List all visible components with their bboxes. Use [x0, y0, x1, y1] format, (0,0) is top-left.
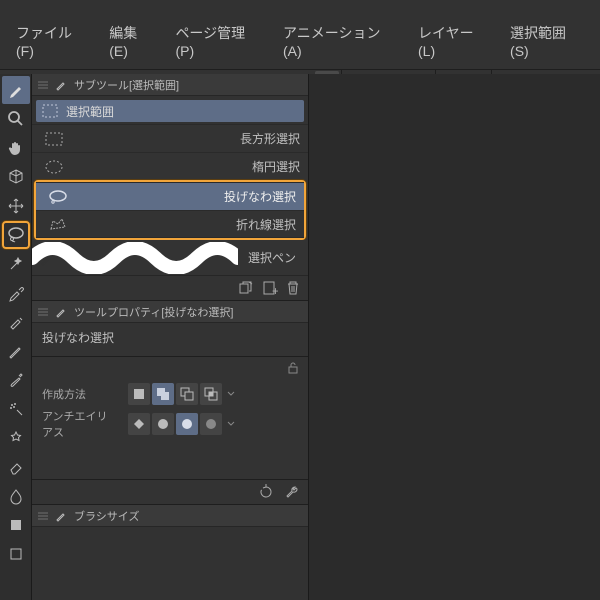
aa-weak-icon[interactable] — [152, 413, 174, 435]
subtool-lasso[interactable]: 投げなわ選択 — [36, 182, 304, 210]
category-item[interactable]: 選択範囲 — [36, 100, 304, 122]
placeholder-icon[interactable] — [2, 569, 30, 597]
hand-icon[interactable] — [2, 134, 30, 162]
work-area: サブツール[選択範囲] 選択範囲 長方形選択 楕円選択 投げなわ選択 — [0, 74, 600, 600]
brush-icon — [54, 78, 68, 92]
subtool-label: 楕円選択 — [252, 158, 300, 175]
fill-icon[interactable] — [2, 511, 30, 539]
duplicate-icon[interactable] — [238, 280, 254, 296]
menu-animation[interactable]: アニメーション(A) — [273, 19, 408, 63]
pencil-icon[interactable] — [2, 76, 30, 104]
wand-icon[interactable] — [2, 250, 30, 278]
brush-icon — [54, 305, 68, 319]
toolprop-title: ツールプロパティ[投げなわ選択] — [74, 304, 233, 320]
move-icon[interactable] — [2, 192, 30, 220]
subtool-rect[interactable]: 長方形選択 — [32, 124, 308, 152]
method-add-icon[interactable] — [152, 383, 174, 405]
highlighted-group: 投げなわ選択 折れ線選択 — [34, 180, 306, 240]
antialias-row: アンチエイリアス — [32, 409, 308, 439]
eraser-icon[interactable] — [2, 453, 30, 481]
method-subtract-icon[interactable] — [176, 383, 198, 405]
chevron-down-icon[interactable] — [224, 413, 238, 435]
grip-icon — [38, 308, 48, 316]
method-intersect-icon[interactable] — [200, 383, 222, 405]
subtool-title: サブツール[選択範囲] — [74, 77, 179, 93]
polyline-icon — [48, 217, 68, 231]
chevron-down-icon[interactable] — [224, 383, 238, 405]
brushsize-panel-header[interactable]: ブラシサイズ — [32, 505, 308, 527]
subtool-label: 折れ線選択 — [236, 216, 296, 233]
grip-icon — [38, 512, 48, 520]
pen-icon[interactable] — [2, 308, 30, 336]
airbrush-icon[interactable] — [2, 395, 30, 423]
antialias-label: アンチエイリアス — [42, 408, 118, 440]
category-label: 選択範囲 — [66, 103, 114, 120]
lasso-tool-icon[interactable] — [2, 221, 30, 249]
toolbox — [0, 74, 32, 600]
subtool-label: 選択ペン — [248, 249, 296, 266]
canvas-area[interactable] — [309, 74, 600, 600]
antialias-options — [128, 413, 238, 435]
lock-row — [32, 357, 308, 379]
panel-column: サブツール[選択範囲] 選択範囲 長方形選択 楕円選択 投げなわ選択 — [32, 74, 309, 600]
blend-icon[interactable] — [2, 482, 30, 510]
lasso-icon — [48, 189, 68, 205]
aa-none-icon[interactable] — [128, 413, 150, 435]
menu-layer[interactable]: レイヤー(L) — [408, 19, 500, 63]
bucket-icon[interactable] — [2, 540, 30, 568]
menubar: ファイル(F) 編集(E) ページ管理(P) アニメーション(A) レイヤー(L… — [0, 0, 600, 69]
subtool-polyline[interactable]: 折れ線選択 — [36, 210, 304, 238]
add-icon[interactable]: + — [262, 280, 278, 296]
menu-edit[interactable]: 編集(E) — [99, 19, 165, 63]
subtool-list: 長方形選択 楕円選択 投げなわ選択 折れ線選択 — [32, 124, 308, 301]
grip-icon — [38, 81, 48, 89]
wrench-icon[interactable] — [284, 484, 300, 500]
dashed-rect-icon — [42, 104, 58, 118]
subtool-actions: + — [32, 276, 308, 301]
subtool-label: 長方形選択 — [240, 130, 300, 147]
toolprop-panel-header[interactable]: ツールプロパティ[投げなわ選択] — [32, 301, 308, 323]
wave-preview — [32, 242, 238, 274]
aa-mid-icon[interactable] — [176, 413, 198, 435]
subtool-pen[interactable]: 選択ペン — [32, 240, 308, 276]
subtool-category: 選択範囲 — [36, 100, 304, 122]
lock-icon[interactable] — [286, 361, 300, 375]
trash-icon[interactable] — [286, 280, 300, 296]
aa-strong-icon[interactable] — [200, 413, 222, 435]
method-label: 作成方法 — [42, 386, 118, 402]
brush-icon[interactable] — [2, 366, 30, 394]
method-options — [128, 383, 238, 405]
toolprop-body: 投げなわ選択 — [32, 323, 308, 357]
menu-page[interactable]: ページ管理(P) — [165, 19, 273, 63]
toolprop-actions — [32, 479, 308, 505]
method-row: 作成方法 — [32, 379, 308, 409]
subtool-panel-header[interactable]: サブツール[選択範囲] — [32, 74, 308, 96]
cube-icon[interactable] — [2, 163, 30, 191]
eyedropper-icon[interactable] — [2, 279, 30, 307]
svg-text:+: + — [272, 284, 278, 296]
subtool-ellipse[interactable]: 楕円選択 — [32, 152, 308, 180]
reset-icon[interactable] — [258, 484, 274, 500]
dashed-rect-icon — [44, 132, 64, 146]
dashed-ellipse-icon — [44, 160, 64, 174]
brush-icon — [54, 509, 68, 523]
pencil2-icon[interactable] — [2, 337, 30, 365]
magnifier-icon[interactable] — [2, 105, 30, 133]
menu-selection[interactable]: 選択範囲(S) — [500, 19, 594, 63]
menu-file[interactable]: ファイル(F) — [6, 19, 99, 63]
toolprop-subtitle: 投げなわ選択 — [42, 329, 298, 350]
subtool-label: 投げなわ選択 — [224, 188, 296, 205]
brushsize-title: ブラシサイズ — [74, 508, 139, 524]
deco-icon[interactable] — [2, 424, 30, 452]
method-new-icon[interactable] — [128, 383, 150, 405]
